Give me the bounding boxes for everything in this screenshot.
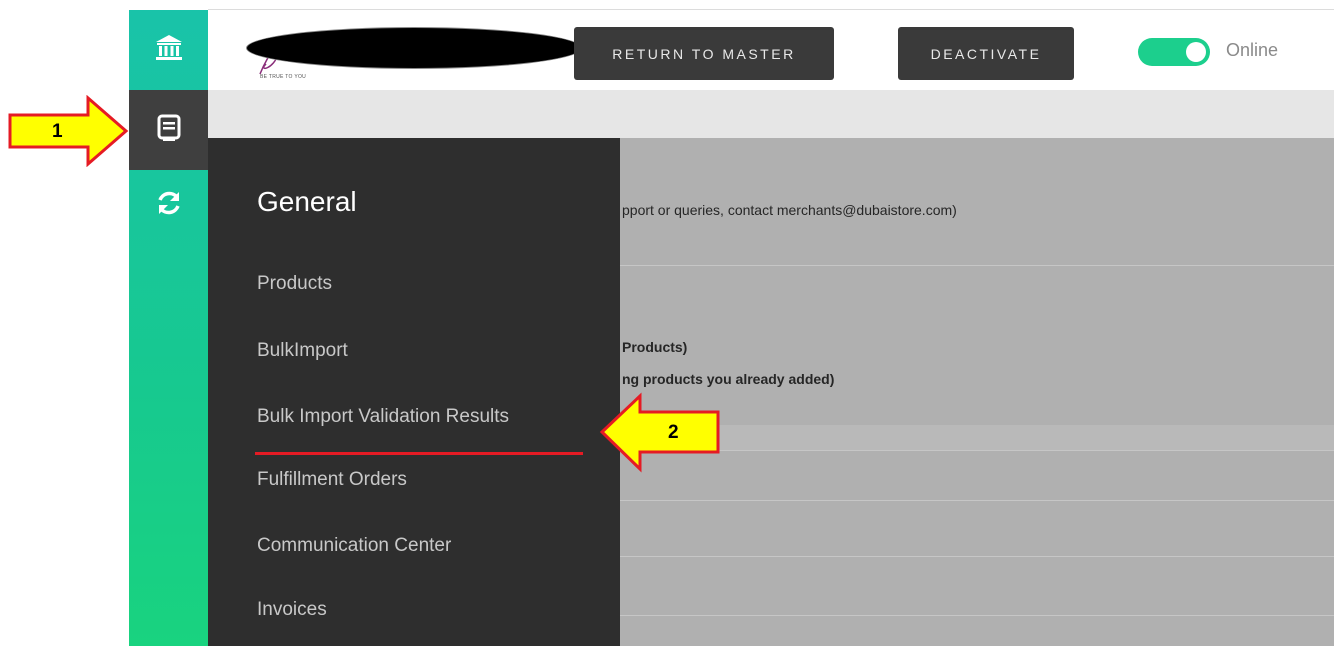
rail-sync-button[interactable] — [129, 170, 208, 240]
bank-icon — [154, 33, 184, 68]
menu-item-products[interactable]: Products — [257, 273, 332, 295]
content-divider — [620, 500, 1334, 501]
rail-home-button[interactable] — [129, 10, 208, 90]
online-status-label: Online — [1226, 40, 1279, 60]
highlight-underline — [255, 452, 583, 455]
annotation-step-2: 2 — [668, 422, 679, 443]
rail-menu-button[interactable] — [129, 90, 208, 170]
menu-item-communication-center[interactable]: Communication Center — [257, 535, 451, 557]
redacted-logo-mark — [246, 27, 582, 69]
document-list-icon — [157, 114, 181, 147]
content-divider — [620, 265, 1334, 266]
annotation-arrow-right-icon — [8, 95, 129, 167]
deactivate-button[interactable]: DEACTIVATE — [898, 27, 1074, 80]
sub-header-bar — [208, 90, 1334, 138]
logo-tagline: BE TRUE TO YOU — [260, 74, 307, 80]
top-header: BE TRUE TO YOU RETURN TO MASTER DEACTIVA… — [208, 10, 1334, 90]
annotation-arrow-left-icon — [599, 392, 720, 473]
menu-title: General — [257, 186, 357, 217]
menu-item-bulk-import-validation-results[interactable]: Bulk Import Validation Results — [257, 406, 509, 428]
page: BE TRUE TO YOU RETURN TO MASTER DEACTIVA… — [0, 0, 1334, 646]
return-to-master-button[interactable]: RETURN TO MASTER — [574, 27, 834, 80]
left-rail — [129, 10, 208, 646]
content-divider — [620, 615, 1334, 616]
menu-item-fulfillment-orders[interactable]: Fulfillment Orders — [257, 469, 407, 491]
support-contact-text: pport or queries, contact merchants@duba… — [622, 202, 957, 218]
online-toggle[interactable] — [1138, 38, 1210, 66]
content-divider — [620, 556, 1334, 557]
toggle-knob — [1186, 42, 1206, 62]
annotation-step-1: 1 — [52, 121, 63, 142]
store-logo[interactable]: BE TRUE TO YOU — [238, 19, 588, 89]
general-menu-panel: General Products BulkImport Bulk Import … — [208, 138, 620, 646]
content-divider — [620, 450, 1334, 451]
existing-products-note-text: ng products you already added) — [622, 371, 835, 387]
menu-item-bulkimport[interactable]: BulkImport — [257, 340, 348, 362]
menu-item-invoices[interactable]: Invoices — [257, 599, 327, 621]
content-panel-edge — [620, 425, 1334, 450]
sync-icon — [155, 189, 183, 222]
products-note-text: Products) — [622, 339, 688, 355]
